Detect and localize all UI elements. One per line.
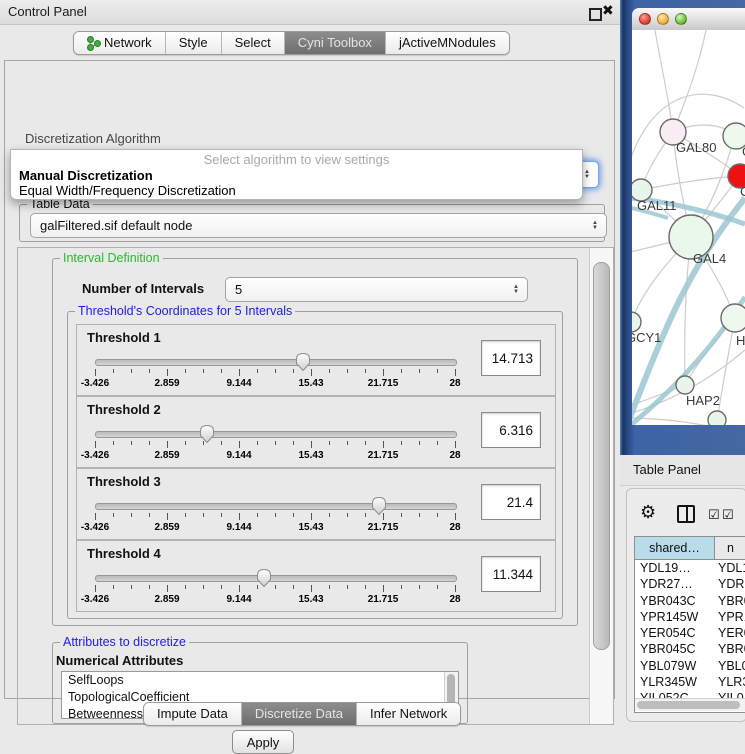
threshold-label: Threshold 2	[87, 402, 161, 417]
table-data-value: galFiltered.sif default node	[40, 218, 192, 233]
close-traffic-light-icon[interactable]	[639, 13, 651, 25]
network-icon	[87, 36, 99, 50]
discretization-algorithm-group-title: Discretization Algorithm	[25, 131, 161, 146]
threshold-label: Threshold 1	[87, 330, 161, 345]
network-node-gcy1[interactable]	[632, 312, 641, 332]
thresholds-group: Threshold's Coordinates for 5 Intervals …	[67, 311, 563, 619]
threshold-slider[interactable]: -3.4262.8599.14415.4321.71528	[95, 424, 455, 460]
network-edge[interactable]	[641, 176, 740, 190]
numerical-attributes-label: Numerical Attributes	[56, 653, 183, 668]
zoom-traffic-light-icon[interactable]	[675, 13, 687, 25]
threshold-panel-3: Threshold 3 -3.4262.8599.14415.4321.71528…	[76, 468, 556, 540]
network-edge[interactable]	[632, 418, 745, 425]
attributes-group-title: Attributes to discretize	[60, 635, 189, 649]
top-tab-bar: NetworkStyleSelectCyni ToolboxjActiveMNo…	[73, 31, 510, 55]
table-panel-title: Table Panel	[633, 462, 701, 477]
table-panel-titlebar: Table Panel	[620, 455, 745, 486]
attribute-item[interactable]: SelfLoops	[62, 672, 458, 689]
minimize-traffic-light-icon[interactable]	[657, 13, 669, 25]
node-label: GCY1	[632, 330, 661, 345]
table-row[interactable]: YER054CYER0	[635, 625, 745, 641]
algorithm-placeholder-option[interactable]: Select algorithm to view settings	[11, 152, 582, 167]
table-row[interactable]: YBR043CYBR0	[635, 593, 745, 609]
tab-jactivemnodules[interactable]: jActiveMNodules	[386, 32, 509, 54]
control-panel-title: Control Panel	[8, 4, 87, 19]
number-of-intervals-value: 5	[235, 282, 242, 297]
horizontal-scrollbar[interactable]	[635, 698, 745, 711]
network-node-h[interactable]	[721, 304, 745, 332]
stepper-icon: ▲▼	[513, 285, 519, 295]
checked-checkbox-icon[interactable]: ☑	[708, 507, 720, 523]
algorithm-option-manual[interactable]: Manual Discretization	[19, 168, 153, 183]
number-of-intervals-label: Number of Intervals	[82, 281, 204, 296]
threshold-slider[interactable]: -3.4262.8599.14415.4321.71528	[95, 352, 455, 388]
threshold-panel-4: Threshold 4 -3.4262.8599.14415.4321.71528…	[76, 540, 556, 612]
tab-impute-data[interactable]: Impute Data	[144, 703, 242, 725]
table-row[interactable]: YDR27…YDR2	[635, 576, 745, 592]
node-label: GAL4	[693, 251, 726, 266]
table-row[interactable]: YLR345WYLR3	[635, 674, 745, 690]
stepper-icon: ▲▼	[592, 221, 598, 231]
node-label: GAL80	[676, 140, 716, 155]
tab-network[interactable]: Network	[74, 32, 166, 54]
network-canvas[interactable]: GAL80GCGAL11GAL4GCY1HHAP2	[632, 30, 745, 425]
algorithm-option-equal-width[interactable]: Equal Width/Frequency Discretization	[19, 183, 236, 198]
table-panel: ⚙ ☑ ☑ shared… n YDL19…YDL1YDR27…YDR2YBR0…	[626, 488, 745, 722]
threshold-slider[interactable]: -3.4262.8599.14415.4321.71528	[95, 568, 455, 604]
cyni-toolbox-panel: Discretization Algorithm ▲▼ Select algor…	[4, 60, 615, 699]
settings-scroll-area: Interval Definition Number of Intervals …	[17, 247, 614, 725]
stepper-icon: ▲▼	[584, 170, 590, 180]
apply-button[interactable]: Apply	[232, 730, 294, 754]
column-layout-icon[interactable]	[677, 505, 695, 523]
node-attribute-table[interactable]: shared… n YDL19…YDL1YDR27…YDR2YBR043CYBR…	[634, 536, 745, 713]
tab-cyni-toolbox[interactable]: Cyni Toolbox	[285, 32, 386, 54]
vertical-scrollbar[interactable]	[589, 248, 613, 724]
interval-definition-group: Interval Definition Number of Intervals …	[52, 258, 578, 626]
control-panel-titlebar: Control Panel ✖	[0, 0, 620, 25]
threshold-panel-2: Threshold 2 -3.4262.8599.14415.4321.71528…	[76, 396, 556, 468]
tab-discretize-data[interactable]: Discretize Data	[242, 703, 357, 725]
bottom-tab-bar: Impute DataDiscretize DataInfer Network	[143, 702, 461, 726]
column-header-shared-name[interactable]: shared…	[635, 537, 715, 559]
algorithm-dropdown-popup: Select algorithm to view settings Manual…	[10, 149, 583, 200]
threshold-value-field[interactable]: 21.4	[481, 484, 541, 520]
table-row[interactable]: YBL079WYBL0	[635, 658, 745, 674]
threshold-panel-1: Threshold 1 -3.4262.8599.14415.4321.71528…	[76, 324, 556, 396]
node-label: H	[736, 333, 745, 348]
table-header-row: shared… n	[635, 537, 745, 560]
threshold-label: Threshold 4	[87, 546, 161, 561]
network-node-hap2[interactable]	[676, 376, 694, 394]
table-row[interactable]: YPR145WYPR1	[635, 609, 745, 625]
threshold-value-field[interactable]: 6.316	[481, 412, 541, 448]
threshold-value-field[interactable]: 14.713	[481, 340, 541, 376]
tab-style[interactable]: Style	[166, 32, 222, 54]
table-row[interactable]: YDL19…YDL1	[635, 560, 745, 576]
tab-select[interactable]: Select	[222, 32, 285, 54]
thresholds-group-title: Threshold's Coordinates for 5 Intervals	[75, 304, 295, 318]
checked-checkbox-icon[interactable]: ☑	[722, 507, 734, 523]
close-icon[interactable]: ✖	[602, 2, 614, 19]
network-edge[interactable]	[673, 30, 706, 132]
node-label: GAL11	[637, 198, 677, 213]
network-node[interactable]	[708, 411, 726, 425]
threshold-slider[interactable]: -3.4262.8599.14415.4321.71528	[95, 496, 455, 532]
column-header-name[interactable]: n	[715, 537, 745, 559]
interval-definition-title: Interval Definition	[60, 251, 163, 265]
network-graph: GAL80GCGAL11GAL4GCY1HHAP2	[632, 30, 745, 425]
gear-icon[interactable]: ⚙	[640, 502, 656, 523]
tab-infer-network[interactable]: Infer Network	[357, 703, 460, 725]
network-window-titlebar[interactable]	[632, 8, 745, 31]
node-label: HAP2	[686, 393, 720, 408]
node-label: C	[740, 184, 745, 199]
table-data-group: Table Data galFiltered.sif default node …	[19, 204, 605, 242]
network-edge[interactable]	[655, 30, 673, 132]
table-row[interactable]: YBR045CYBR0	[635, 641, 745, 657]
table-data-combobox[interactable]: galFiltered.sif default node ▲▼	[30, 213, 607, 238]
number-of-intervals-combobox[interactable]: 5 ▲▼	[225, 277, 528, 302]
threshold-label: Threshold 3	[87, 474, 161, 489]
threshold-value-field[interactable]: 11.344	[481, 556, 541, 592]
float-window-icon[interactable]	[589, 8, 602, 21]
